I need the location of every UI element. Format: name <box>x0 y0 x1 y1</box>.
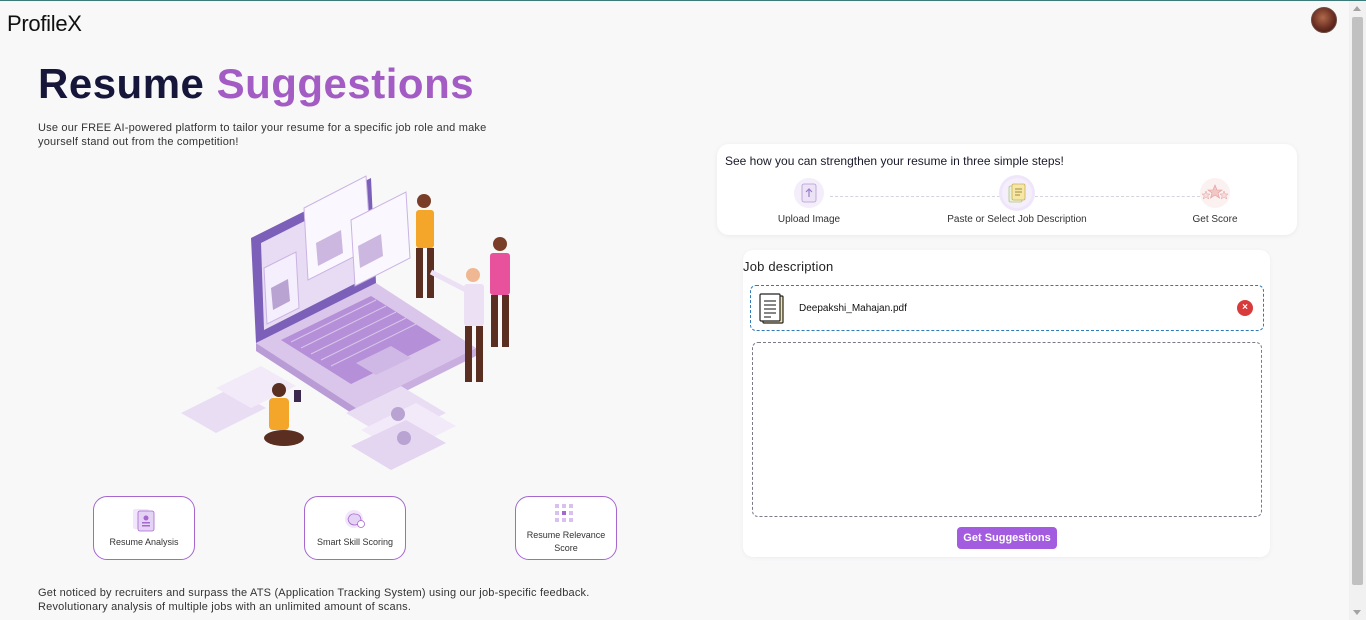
file-name: Deepakshi_Mahajan.pdf <box>799 303 907 314</box>
steps-title: See how you can strengthen your resume i… <box>725 154 1064 168</box>
bottom-text-line-1: Get noticed by recruiters and surpass th… <box>38 587 590 599</box>
step-get-score: Get Score <box>1125 178 1305 225</box>
page-subtitle: Use our FREE AI-powered platform to tail… <box>38 122 487 148</box>
feature-resume-relevance-score[interactable]: Resume Relevance Score <box>515 496 617 560</box>
feature-smart-skill-scoring[interactable]: Smart Skill Scoring <box>304 496 406 560</box>
document-icon <box>759 293 784 324</box>
brain-icon <box>345 509 365 528</box>
job-description-icon <box>1002 178 1032 208</box>
feature-label: Resume Relevance Score <box>526 530 606 553</box>
job-description-card: Job description Deepakshi_Mahajan.pdf × … <box>743 250 1270 557</box>
uploaded-file[interactable]: Deepakshi_Mahajan.pdf × <box>750 285 1264 331</box>
feature-label: Resume Analysis <box>109 536 179 547</box>
steps-card: See how you can strengthen your resume i… <box>717 144 1297 235</box>
upload-doc-icon <box>794 178 824 208</box>
title-word-suggestions: Suggestions <box>216 60 475 107</box>
step-job-description: Paste or Select Job Description <box>927 178 1107 225</box>
remove-file-button[interactable]: × <box>1237 300 1253 316</box>
avatar[interactable] <box>1311 7 1337 33</box>
get-suggestions-button[interactable]: Get Suggestions <box>957 527 1057 549</box>
feature-label: Smart Skill Scoring <box>316 536 394 547</box>
page-title: Resume Suggestions <box>38 60 474 108</box>
bottom-description: Get noticed by recruiters and surpass th… <box>38 586 589 614</box>
feature-resume-analysis[interactable]: Resume Analysis <box>93 496 195 560</box>
step-label: Paste or Select Job Description <box>947 214 1087 225</box>
scroll-down-icon[interactable] <box>1353 610 1361 615</box>
scrollbar-thumb[interactable] <box>1352 17 1363 585</box>
hero-illustration <box>181 175 510 470</box>
relevance-grid-icon <box>555 504 573 522</box>
scrollbar[interactable] <box>1349 1 1366 620</box>
resume-analysis-icon <box>133 508 155 531</box>
step-upload-image: Upload Image <box>719 178 899 225</box>
title-word-resume: Resume <box>38 60 205 107</box>
stars-icon <box>1200 178 1230 208</box>
job-description-textarea[interactable] <box>752 342 1262 517</box>
app-logo[interactable]: ProfileX <box>7 11 82 37</box>
step-label: Get Score <box>1192 214 1238 225</box>
step-label: Upload Image <box>777 214 841 225</box>
job-description-label: Job description <box>743 259 834 274</box>
scroll-up-icon[interactable] <box>1353 6 1361 11</box>
bottom-text-line-2: Revolutionary analysis of multiple jobs … <box>38 601 412 613</box>
top-border <box>0 0 1366 1</box>
